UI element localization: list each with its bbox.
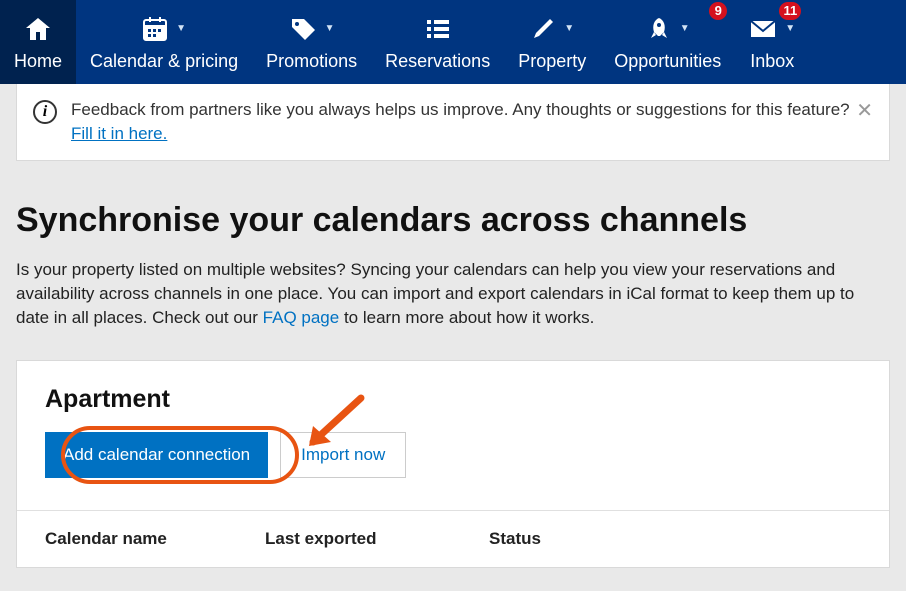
col-status: Status — [489, 529, 861, 549]
list-icon — [425, 17, 451, 41]
chevron-down-icon: ▼ — [680, 23, 690, 34]
nav-calendar[interactable]: ▼ Calendar & pricing — [76, 0, 252, 84]
nav-label: Calendar & pricing — [90, 51, 238, 72]
col-calendar-name: Calendar name — [45, 529, 265, 549]
nav-reservations[interactable]: Reservations — [371, 0, 504, 84]
home-icon — [24, 16, 52, 42]
close-icon[interactable]: ✕ — [856, 98, 873, 123]
nav-label: Promotions — [266, 51, 357, 72]
table-header: Calendar name Last exported Status — [17, 510, 889, 567]
info-icon: i — [33, 100, 57, 124]
col-last-exported: Last exported — [265, 529, 489, 549]
nav-label: Opportunities — [614, 51, 721, 72]
nav-label: Reservations — [385, 51, 490, 72]
page-description: Is your property listed on multiple webs… — [16, 258, 890, 330]
sync-card: Apartment Add calendar connection Import… — [16, 360, 890, 568]
nav-opportunities[interactable]: 9 ▼ Opportunities — [600, 0, 735, 84]
nav-promotions[interactable]: ▼ Promotions — [252, 0, 371, 84]
desc-text-2: to learn more about how it works. — [339, 308, 594, 327]
page-title: Synchronise your calendars across channe… — [16, 201, 890, 240]
envelope-icon — [749, 18, 777, 40]
card-title: Apartment — [45, 385, 861, 414]
chevron-down-icon: ▼ — [176, 23, 186, 34]
notification-badge: 11 — [779, 2, 801, 20]
pencil-icon — [530, 16, 556, 42]
nav-label: Property — [518, 51, 586, 72]
banner-text: Feedback from partners like you always h… — [71, 98, 873, 146]
top-nav: Home ▼ Calendar & pricing ▼ Promotions R… — [0, 0, 906, 84]
faq-link[interactable]: FAQ page — [263, 308, 340, 327]
nav-inbox[interactable]: 11 ▼ Inbox — [735, 0, 809, 84]
import-now-button[interactable]: Import now — [280, 432, 406, 478]
add-calendar-button[interactable]: Add calendar connection — [45, 432, 268, 478]
tag-icon — [289, 16, 317, 42]
banner-message: Feedback from partners like you always h… — [71, 100, 850, 119]
calendar-icon — [142, 16, 168, 42]
chevron-down-icon: ▼ — [325, 23, 335, 34]
nav-home[interactable]: Home — [0, 0, 76, 84]
banner-link[interactable]: Fill it in here. — [71, 124, 167, 143]
chevron-down-icon: ▼ — [785, 23, 795, 34]
nav-property[interactable]: ▼ Property — [504, 0, 600, 84]
page-content: i Feedback from partners like you always… — [0, 84, 906, 568]
nav-label: Home — [14, 51, 62, 72]
nav-label: Inbox — [750, 51, 794, 72]
feedback-banner: i Feedback from partners like you always… — [16, 84, 890, 161]
chevron-down-icon: ▼ — [564, 23, 574, 34]
rocket-icon — [646, 16, 672, 42]
notification-badge: 9 — [709, 2, 727, 20]
